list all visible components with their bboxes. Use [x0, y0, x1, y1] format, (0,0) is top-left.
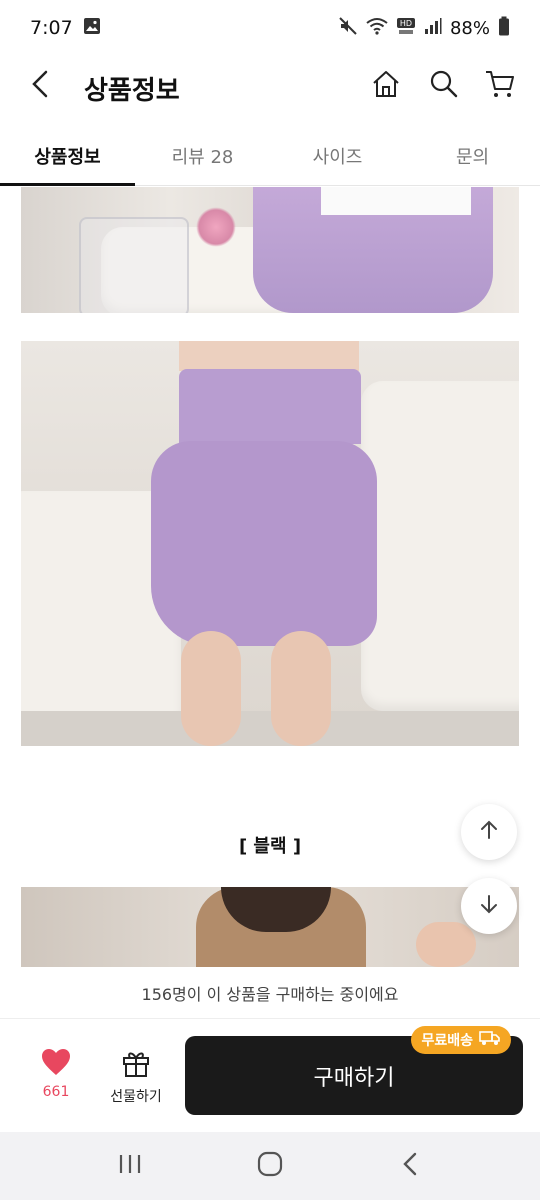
back-arrow-icon: [30, 69, 50, 103]
glass-table: [79, 217, 189, 313]
scroll-down-button[interactable]: [461, 878, 517, 934]
cart-icon: [484, 68, 516, 104]
skirt-body: [151, 441, 377, 646]
gift-label: 선물하기: [110, 1089, 162, 1105]
truck-icon: [479, 1030, 501, 1050]
arrow-down-icon: [478, 893, 500, 919]
gift-icon: [121, 1052, 151, 1082]
page-title: 상품정보: [84, 76, 180, 106]
buy-button-label: 구매하기: [313, 1065, 395, 1091]
product-photo-2: [21, 341, 519, 746]
free-shipping-label: 무료배송: [421, 1033, 473, 1049]
back-button[interactable]: [22, 68, 58, 104]
search-icon: [429, 69, 459, 103]
color-section-label: [ 블랙 ]: [238, 836, 302, 857]
home-nav-icon: [257, 1151, 283, 1181]
scroll-up-button[interactable]: [461, 804, 517, 860]
wifi-icon: [366, 17, 388, 40]
app-header: 상품정보: [0, 56, 540, 116]
recent-apps-icon: [117, 1152, 143, 1180]
leg-right: [271, 631, 331, 746]
waistband: [179, 369, 361, 444]
buy-button[interactable]: 구매하기 무료배송: [185, 1026, 523, 1115]
back-nav-icon: [401, 1151, 419, 1181]
search-button[interactable]: [426, 68, 462, 104]
heart-icon: [41, 1049, 71, 1080]
status-time: 7:07: [30, 17, 73, 39]
status-bar: 7:07 HD 88%: [0, 0, 540, 56]
mute-icon: [338, 16, 358, 41]
home-icon: [371, 69, 401, 103]
signal-icon: [424, 17, 442, 40]
battery-icon: [498, 16, 510, 41]
back-nav-button[interactable]: [390, 1146, 430, 1186]
hand-shape: [416, 922, 476, 967]
buyers-banner: 156명이 이 상품을 구매하는 중이에요: [0, 967, 540, 1019]
gift-button[interactable]: 선물하기: [104, 1048, 168, 1106]
cart-button[interactable]: [482, 68, 518, 104]
tab-inquiry[interactable]: 문의: [405, 126, 540, 185]
sofa-base: [21, 711, 519, 746]
product-detail-content[interactable]: [ 블랙 ]: [0, 187, 540, 967]
tab-product-info[interactable]: 상품정보: [0, 126, 135, 186]
home-nav-button[interactable]: [250, 1146, 290, 1186]
product-photo-3: [21, 887, 519, 967]
bottom-action-bar: 661 선물하기 구매하기 무료배송: [0, 1020, 540, 1132]
flower-vase: [196, 207, 236, 247]
leg-left: [181, 631, 241, 746]
like-count: 661: [42, 1084, 70, 1100]
tab-reviews[interactable]: 리뷰 28: [135, 126, 270, 185]
recent-apps-button[interactable]: [110, 1146, 150, 1186]
product-tabs: 상품정보 리뷰 28 사이즈 문의: [0, 126, 540, 186]
sofa-right: [361, 381, 519, 711]
tab-size[interactable]: 사이즈: [270, 126, 405, 185]
waist-skin: [179, 341, 359, 371]
arrow-up-icon: [478, 819, 500, 845]
white-top: [321, 187, 471, 215]
battery-percentage: 88%: [449, 17, 490, 39]
home-button[interactable]: [368, 68, 404, 104]
hd-voice-icon: HD: [396, 16, 416, 41]
free-shipping-badge: 무료배송: [411, 1026, 511, 1054]
gallery-icon: [83, 17, 101, 40]
system-navigation-bar: [0, 1132, 540, 1200]
svg-text:HD: HD: [400, 19, 412, 28]
product-photo-1: [21, 187, 519, 313]
like-button[interactable]: 661: [24, 1048, 88, 1100]
